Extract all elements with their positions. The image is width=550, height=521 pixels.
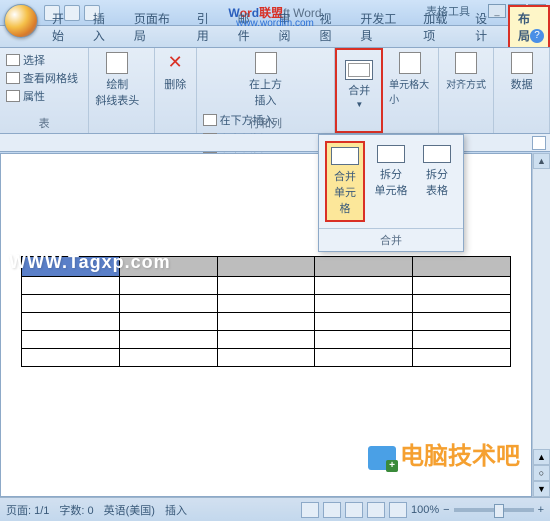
tab-layout[interactable]: 布局 — [508, 5, 550, 47]
group-delete: ✕ 删除 — [155, 48, 197, 133]
alignment-button[interactable]: 对齐方式 — [445, 52, 488, 91]
monitor-plus-icon — [368, 446, 396, 470]
dropdown-group-label: 合并 — [319, 228, 463, 251]
properties-button[interactable]: 属性 — [6, 88, 82, 104]
split-table-icon — [423, 145, 451, 163]
split-cells-icon — [377, 145, 405, 163]
group-draw: 绘制 斜线表头 — [89, 48, 155, 133]
zoom-out-button[interactable]: − — [443, 504, 449, 516]
merge-cells-item[interactable]: 合并 单元格 — [325, 141, 365, 222]
zoom-slider[interactable] — [454, 508, 534, 512]
tab-references[interactable]: 引用 — [189, 7, 227, 47]
merge-dropdown-menu: 合并 单元格 拆分 单元格 拆分 表格 合并 — [318, 134, 464, 252]
web-layout-view-button[interactable] — [345, 502, 363, 518]
status-words[interactable]: 字数: 0 — [59, 502, 93, 518]
table-row — [22, 313, 511, 331]
zoom-level[interactable]: 100% — [411, 504, 439, 516]
split-table-item[interactable]: 拆分 表格 — [417, 141, 457, 222]
select-button[interactable]: 选择 — [6, 52, 82, 68]
merge-dropdown-button[interactable]: 合并 ▼ — [343, 60, 375, 109]
full-screen-view-button[interactable] — [323, 502, 341, 518]
group-label-rows-cols: 行和列 — [197, 115, 335, 131]
align-icon — [455, 52, 477, 74]
ribbon-tabs: 开始 插入 页面布局 引用 邮件 审阅 视图 开发工具 加载项 设计 布局 ? — [0, 26, 550, 48]
tab-home[interactable]: 开始 — [44, 7, 82, 47]
tab-developer[interactable]: 开发工具 — [352, 7, 412, 47]
data-icon — [511, 52, 533, 74]
table-icon — [106, 52, 128, 74]
chevron-down-icon: ▼ — [355, 100, 363, 109]
status-mode[interactable]: 插入 — [165, 502, 187, 518]
cell-size-button[interactable]: 单元格大小 — [389, 52, 432, 106]
properties-icon — [6, 90, 20, 102]
merge-cells-icon — [331, 147, 359, 165]
next-page-icon[interactable]: ▼ — [533, 481, 550, 497]
draw-diagonal-button[interactable]: 绘制 斜线表头 — [95, 52, 139, 108]
cell-size-icon — [399, 52, 421, 74]
table-row — [22, 295, 511, 313]
table-row — [22, 277, 511, 295]
group-alignment: 对齐方式 — [439, 48, 495, 133]
office-button[interactable] — [4, 4, 38, 38]
merge-icon — [345, 60, 373, 80]
scroll-up-icon[interactable]: ▲ — [533, 153, 550, 169]
tab-addins[interactable]: 加载项 — [415, 7, 464, 47]
watermark-brand: 电脑技术吧 — [368, 436, 520, 471]
tab-view[interactable]: 视图 — [311, 7, 349, 47]
group-cell-size: 单元格大小 — [383, 48, 439, 133]
delete-button[interactable]: ✕ 删除 — [161, 52, 190, 92]
group-data: 数据 — [494, 48, 550, 133]
insert-above-icon — [255, 52, 277, 74]
ribbon: 选择 查看网格线 属性 表 绘制 斜线表头 ✕ 删除 在上方 插入 在下方插入 … — [0, 48, 550, 134]
status-bar: 页面: 1/1 字数: 0 英语(美国) 插入 100% − + — [0, 497, 550, 521]
zoom-in-button[interactable]: + — [538, 504, 544, 516]
cursor-icon — [6, 54, 20, 66]
help-icon[interactable]: ? — [530, 29, 544, 43]
grid-icon — [6, 72, 20, 84]
tab-insert[interactable]: 插入 — [85, 7, 123, 47]
table-row — [22, 331, 511, 349]
group-table: 选择 查看网格线 属性 表 — [0, 48, 89, 133]
ruler-toggle-button[interactable] — [532, 136, 546, 150]
data-button[interactable]: 数据 — [500, 52, 543, 92]
table-row — [22, 349, 511, 367]
prev-page-icon[interactable]: ▲ — [533, 449, 550, 465]
view-gridlines-button[interactable]: 查看网格线 — [6, 70, 82, 86]
draft-view-button[interactable] — [389, 502, 407, 518]
group-rows-columns: 在上方 插入 在下方插入 在左侧插入 在右侧插入 行和列 — [197, 48, 336, 133]
split-cells-item[interactable]: 拆分 单元格 — [371, 141, 411, 222]
watermark-tagxp: WWW.Tagxp.com — [9, 252, 171, 273]
group-merge: 合并 ▼ — [335, 48, 383, 133]
select-browse-icon[interactable]: ○ — [533, 465, 550, 481]
status-language[interactable]: 英语(美国) — [104, 502, 155, 518]
delete-x-icon: ✕ — [164, 52, 186, 74]
status-page[interactable]: 页面: 1/1 — [6, 502, 49, 518]
print-layout-view-button[interactable] — [301, 502, 319, 518]
insert-above-button[interactable]: 在上方 插入 — [249, 52, 282, 108]
ruler — [0, 134, 550, 152]
tab-design[interactable]: 设计 — [467, 7, 505, 47]
group-label-table: 表 — [0, 115, 88, 131]
watermark-url: www.wordlm.com — [236, 18, 314, 29]
tab-page-layout[interactable]: 页面布局 — [126, 7, 186, 47]
vertical-scrollbar[interactable]: ▲ ▲ ○ ▼ — [532, 153, 550, 497]
outline-view-button[interactable] — [367, 502, 385, 518]
